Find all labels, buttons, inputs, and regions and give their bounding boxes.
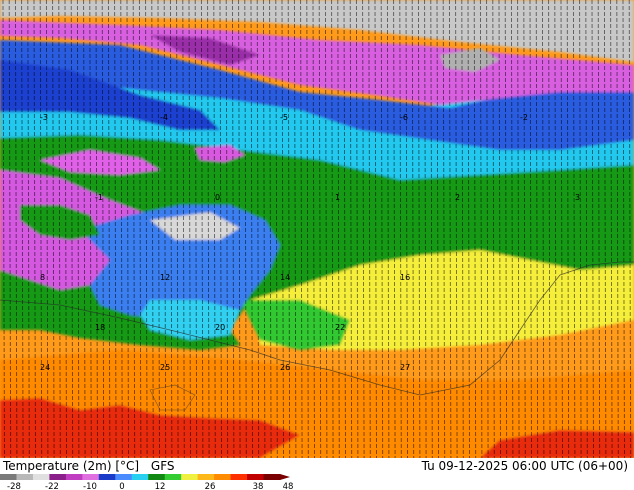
legend-tick-label: 26 bbox=[205, 482, 216, 490]
field-value-label: 25 bbox=[160, 363, 170, 372]
legend-swatch bbox=[16, 474, 34, 480]
field-value-label: -5 bbox=[280, 113, 288, 122]
field-value-label: 1 bbox=[335, 193, 340, 202]
field-value-label: -2 bbox=[520, 113, 528, 122]
legend-swatch bbox=[65, 474, 83, 480]
legend-tick-label: -22 bbox=[45, 482, 59, 490]
legend-swatch bbox=[32, 474, 50, 480]
field-value-label: 20 bbox=[215, 323, 225, 332]
temperature-map[interactable]: -3-4-5-6-2-101234812141618202224252627 bbox=[0, 0, 634, 458]
legend-swatch bbox=[98, 474, 116, 480]
field-value-label: -1 bbox=[95, 193, 103, 202]
field-value-label: 18 bbox=[95, 323, 105, 332]
color-legend: -28 -22 -10 0 12 26 38 48 bbox=[0, 474, 294, 490]
legend-swatch bbox=[197, 474, 215, 480]
legend-swatch bbox=[148, 474, 166, 480]
legend-swatch bbox=[214, 474, 232, 480]
legend-tick-label: 12 bbox=[155, 482, 166, 490]
legend-tick-label: 38 bbox=[253, 482, 264, 490]
field-value-label: -6 bbox=[400, 113, 408, 122]
legend-swatch bbox=[115, 474, 133, 480]
valid-time: Tu 09-12-2025 06:00 UTC (06+00) bbox=[421, 459, 628, 473]
legend-tick-label: 48 bbox=[283, 482, 294, 490]
legend-tick-label: 0 bbox=[119, 482, 124, 490]
legend-swatch bbox=[0, 474, 17, 480]
map-title: Temperature (2m) [°C] GFS bbox=[3, 459, 183, 473]
field-value-label: 0 bbox=[215, 193, 220, 202]
field-value-label: 16 bbox=[400, 273, 410, 282]
legend-swatch bbox=[49, 474, 67, 480]
variable-label: Temperature (2m) [°C] bbox=[3, 459, 140, 473]
legend-swatch bbox=[230, 474, 248, 480]
legend-swatch bbox=[131, 474, 149, 480]
legend-tick-label: -10 bbox=[83, 482, 97, 490]
field-value-label: 22 bbox=[335, 323, 345, 332]
field-value-label: -4 bbox=[160, 113, 168, 122]
legend-swatch bbox=[82, 474, 100, 480]
model-label: GFS bbox=[150, 459, 175, 473]
map-footer: Temperature (2m) [°C] GFS Tu 09-12-2025 … bbox=[0, 458, 634, 490]
legend-swatch bbox=[263, 474, 281, 480]
field-value-label: 3 bbox=[575, 193, 580, 202]
field-value-label: 24 bbox=[40, 363, 50, 372]
legend-arrow-icon bbox=[280, 474, 290, 480]
field-value-label: 14 bbox=[280, 273, 290, 282]
legend-swatch bbox=[164, 474, 182, 480]
field-value-label: 26 bbox=[280, 363, 290, 372]
field-value-label: -3 bbox=[40, 113, 48, 122]
field-value-label: 8 bbox=[40, 273, 45, 282]
field-value-label: 12 bbox=[160, 273, 170, 282]
field-value-label: 27 bbox=[400, 363, 410, 372]
legend-tick-label: -28 bbox=[7, 482, 21, 490]
legend-swatch bbox=[247, 474, 265, 480]
field-value-label: 2 bbox=[455, 193, 460, 202]
legend-swatch bbox=[181, 474, 199, 480]
